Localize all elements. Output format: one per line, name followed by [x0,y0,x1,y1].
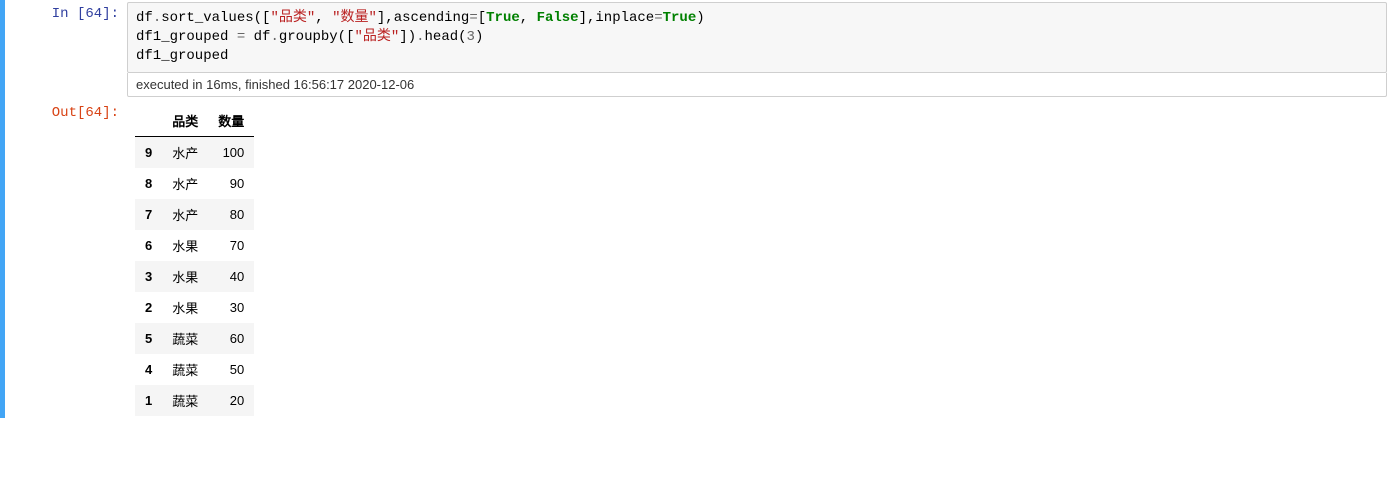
table-row: 4蔬菜50 [135,354,254,385]
table-row: 9水产100 [135,136,254,168]
code-token: = [469,10,477,26]
row-index: 1 [135,385,162,416]
execution-status: executed in 16ms, finished 16:56:17 2020… [127,73,1387,97]
output-area: 品类 数量 9水产1008水产907水产806水果703水果402水果305蔬菜… [125,99,1397,418]
code-token: = [654,10,662,26]
cell-value: 水果 [162,230,208,261]
cell-value: 蔬菜 [162,385,208,416]
code-token: . [416,29,424,45]
dataframe-header: 品类 数量 [135,105,254,137]
table-row: 3水果40 [135,261,254,292]
output-row: Out[64]: 品类 数量 9水产1008水产907水产806水果703水果4… [5,99,1397,418]
code-token: head [425,29,459,45]
cell-value: 50 [208,354,254,385]
code-token: [ [478,10,486,26]
code-token: df [136,10,153,26]
cell-value: 80 [208,199,254,230]
code-token: , [520,10,537,26]
code-token: df1_grouped [136,48,228,64]
row-index: 7 [135,199,162,230]
code-token: "品类" [354,29,399,45]
code-token: ) [696,10,704,26]
input-row: In [64]: df.sort_values(["品类", "数量"],asc… [5,0,1397,99]
code-token: , [385,10,393,26]
code-token: True [486,10,520,26]
table-row: 5蔬菜60 [135,323,254,354]
cell-value: 60 [208,323,254,354]
input-area-wrapper: df.sort_values(["品类", "数量"],ascending=[T… [125,0,1397,99]
code-token: ( [254,10,262,26]
code-token: groupby [279,29,338,45]
row-index: 9 [135,136,162,168]
input-prompt: In [64]: [5,0,125,22]
code-token: . [270,29,278,45]
code-token: sort_values [161,10,253,26]
cell-value: 水果 [162,292,208,323]
code-token: ] [579,10,587,26]
cell-value: 70 [208,230,254,261]
index-header [135,105,162,137]
cell-value: 水产 [162,136,208,168]
code-token: True [663,10,697,26]
cell-value: 30 [208,292,254,323]
row-index: 8 [135,168,162,199]
row-index: 4 [135,354,162,385]
dataframe-table: 品类 数量 9水产1008水产907水产806水果703水果402水果305蔬菜… [135,105,254,416]
dataframe-body: 9水产1008水产907水产806水果703水果402水果305蔬菜604蔬菜5… [135,136,254,416]
cell-value: 蔬菜 [162,354,208,385]
table-row: 8水产90 [135,168,254,199]
cell-value: 水产 [162,168,208,199]
code-token: ) [408,29,416,45]
table-row: 2水果30 [135,292,254,323]
code-token: . [153,10,161,26]
cell-value: 90 [208,168,254,199]
row-index: 3 [135,261,162,292]
cell-value: 水产 [162,199,208,230]
cell-value: 20 [208,385,254,416]
code-token: = [237,29,245,45]
table-row: 1蔬菜20 [135,385,254,416]
code-token: df [245,29,270,45]
row-index: 6 [135,230,162,261]
code-token: df1_grouped [136,29,237,45]
code-token: "品类" [270,10,315,26]
code-token: ascending [394,10,470,26]
output-prompt: Out[64]: [5,99,125,121]
notebook-cell: In [64]: df.sort_values(["品类", "数量"],asc… [0,0,1397,418]
row-index: 2 [135,292,162,323]
table-row: 6水果70 [135,230,254,261]
code-token: 3 [467,29,475,45]
code-token: ] [399,29,407,45]
code-token: inplace [595,10,654,26]
code-token: ( [338,29,346,45]
cell-value: 蔬菜 [162,323,208,354]
code-token: False [537,10,579,26]
code-input[interactable]: df.sort_values(["品类", "数量"],ascending=[T… [127,2,1387,73]
cell-value: 40 [208,261,254,292]
code-token: ( [458,29,466,45]
row-index: 5 [135,323,162,354]
code-token: ) [475,29,483,45]
col-header: 数量 [208,105,254,137]
cell-value: 水果 [162,261,208,292]
cell-value: 100 [208,136,254,168]
code-token: , [315,10,332,26]
code-token: "数量" [332,10,377,26]
table-row: 7水产80 [135,199,254,230]
col-header: 品类 [162,105,208,137]
